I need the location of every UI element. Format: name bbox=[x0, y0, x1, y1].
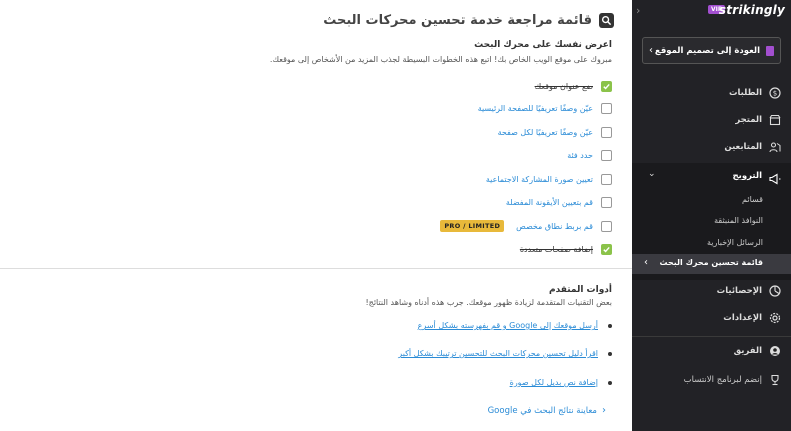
section-desc-advanced: بعض التقنيات المتقدمة لزيادة ظهور موقعك.… bbox=[365, 298, 612, 307]
checklist-item-label[interactable]: عيّن وصفًا تعريفيًا للصفحة الرئيسية bbox=[478, 104, 593, 113]
nav-item-label: المتجر bbox=[735, 115, 762, 125]
checklist-item-label[interactable]: تعيين صورة المشاركة الاجتماعية bbox=[486, 175, 593, 184]
nav-promotion-label: الترويج bbox=[732, 171, 762, 181]
checkbox[interactable] bbox=[601, 220, 612, 232]
checklist-item[interactable]: عيّن وصفًا تعريفيًا لكل صفحة bbox=[498, 125, 612, 139]
checklist-item-label[interactable]: قم بربط نطاق مخصص bbox=[516, 222, 593, 231]
checkbox[interactable] bbox=[601, 173, 612, 185]
advanced-tool-link[interactable]: اقرأ دليل تحسين محركات البحث للتحسين ترت… bbox=[398, 349, 598, 358]
checklist-item[interactable]: تعيين صورة المشاركة الاجتماعية bbox=[486, 172, 612, 186]
nav-item[interactable]: إنضم لبرنامج الانتساب bbox=[632, 370, 791, 390]
nav-seo-checklist[interactable]: قائمة تحسين محرك البحث › bbox=[632, 254, 791, 274]
nav-item-label: الطلبات bbox=[728, 88, 762, 98]
nav-item[interactable]: المتابعين bbox=[632, 137, 791, 157]
followers-icon bbox=[769, 141, 781, 153]
main-panel: قائمة مراجعة خدمة تحسين محركات البحث اعر… bbox=[0, 0, 632, 431]
advanced-tool-item: اقرأ دليل تحسين محركات البحث للتحسين ترت… bbox=[398, 349, 612, 358]
checklist-item[interactable]: قم بتعيين الأيقونة المفضلة bbox=[506, 195, 612, 209]
bullet bbox=[608, 323, 612, 328]
pro-limited-badge: PRO / LIMITED bbox=[440, 220, 505, 232]
checklist-item-label[interactable]: عيّن وصفًا تعريفيًا لكل صفحة bbox=[498, 128, 593, 137]
checklist-item-label[interactable]: قم بتعيين الأيقونة المفضلة bbox=[506, 198, 593, 207]
sidebar-divider bbox=[632, 336, 791, 337]
chevron-left-icon: ‹ bbox=[602, 405, 606, 416]
checklist-item[interactable]: ضع عنوان موقعك bbox=[535, 79, 612, 93]
checkbox[interactable] bbox=[601, 196, 612, 208]
store-icon bbox=[769, 114, 781, 126]
nav-item[interactable]: الإحصائيات bbox=[632, 281, 791, 301]
chevron-right-icon: › bbox=[644, 257, 648, 268]
checklist-item[interactable]: إضافة صفحات متعددة bbox=[520, 242, 612, 256]
page-header: قائمة مراجعة خدمة تحسين محركات البحث bbox=[323, 13, 614, 28]
settings-icon bbox=[769, 312, 781, 324]
page-title: قائمة مراجعة خدمة تحسين محركات البحث bbox=[323, 13, 592, 28]
nav-seo-checklist-label: قائمة تحسين محرك البحث bbox=[659, 258, 763, 267]
advanced-tool-item: أرسل موقعك إلى Google و قم بفهرسته بشكل … bbox=[418, 321, 612, 330]
back-to-editor-button[interactable]: العودة إلى تصميم الموقع › bbox=[642, 37, 781, 64]
strikingly-logo: strikingly bbox=[718, 3, 785, 17]
megaphone-icon bbox=[769, 170, 781, 185]
nav-popups[interactable]: النوافذ المنبثقة bbox=[714, 216, 763, 225]
svg-text:$: $ bbox=[773, 90, 777, 98]
checklist-item[interactable]: حدد فئة bbox=[567, 148, 612, 162]
nav-item[interactable]: الفريق bbox=[632, 341, 791, 361]
nav-item[interactable]: $ الطلبات bbox=[632, 83, 791, 103]
stats-icon bbox=[769, 285, 781, 297]
search-icon bbox=[599, 13, 614, 28]
checkbox[interactable] bbox=[601, 126, 612, 138]
back-to-editor-label: العودة إلى تصميم الموقع bbox=[654, 45, 760, 56]
google-preview-link[interactable]: ‹ معاينة نتائج البحث في Google bbox=[488, 405, 606, 416]
bullet bbox=[608, 380, 612, 385]
chevron-down-icon: ⌄ bbox=[648, 169, 656, 179]
nav-item-label: الإحصائيات bbox=[716, 286, 762, 296]
nav-promotion[interactable]: الترويج ⌄ bbox=[632, 166, 791, 186]
section-desc-search: مبروك على موقع الويب الخاص بك! اتبع هذه … bbox=[269, 55, 612, 64]
section-title-search: اعرض نفسك على محرك البحث bbox=[474, 40, 612, 50]
checklist-item-label: إضافة صفحات متعددة bbox=[519, 244, 593, 254]
trophy-icon bbox=[769, 374, 781, 386]
orders-icon: $ bbox=[769, 87, 781, 99]
nav-item-label: الفريق bbox=[733, 346, 762, 356]
nav-newsletters[interactable]: الرسائل الإخبارية bbox=[707, 238, 763, 247]
checklist-item-label: ضع عنوان موقعك bbox=[534, 81, 593, 91]
nav-item-label: إنضم لبرنامج الانتساب bbox=[683, 375, 762, 385]
google-preview-label: معاينة نتائج البحث في Google bbox=[487, 405, 597, 416]
sidebar: ‹ VIP strikingly العودة إلى تصميم الموقع… bbox=[632, 0, 791, 431]
nav-item[interactable]: الإعدادات bbox=[632, 308, 791, 328]
checkbox[interactable] bbox=[601, 80, 612, 92]
checklist-item[interactable]: عيّن وصفًا تعريفيًا للصفحة الرئيسية bbox=[478, 101, 612, 115]
checklist-item[interactable]: قم بربط نطاق مخصص PRO / LIMITED bbox=[440, 219, 612, 233]
checkbox[interactable] bbox=[601, 243, 612, 255]
checklist-item-label[interactable]: حدد فئة bbox=[567, 151, 593, 160]
chevron-right-icon: › bbox=[649, 45, 653, 56]
nav-coupons[interactable]: قسائم bbox=[742, 195, 763, 204]
nav-item[interactable]: المتجر bbox=[632, 110, 791, 130]
section-divider bbox=[0, 268, 632, 269]
section-title-advanced: أدوات المتقدم bbox=[548, 285, 612, 295]
page-icon bbox=[766, 45, 774, 56]
bullet bbox=[608, 351, 612, 356]
checkbox[interactable] bbox=[601, 102, 612, 114]
advanced-tool-link[interactable]: إضافة نص بديل لكل صورة bbox=[510, 378, 598, 387]
nav-item-label: الإعدادات bbox=[723, 313, 762, 323]
team-icon bbox=[769, 345, 781, 357]
advanced-tool-link[interactable]: أرسل موقعك إلى Google و قم بفهرسته بشكل … bbox=[418, 321, 598, 330]
advanced-tool-item: إضافة نص بديل لكل صورة bbox=[510, 378, 612, 387]
collapse-sidebar-button[interactable]: ‹ bbox=[636, 4, 640, 17]
checkbox[interactable] bbox=[601, 149, 612, 161]
nav-item-label: المتابعين bbox=[724, 142, 762, 152]
